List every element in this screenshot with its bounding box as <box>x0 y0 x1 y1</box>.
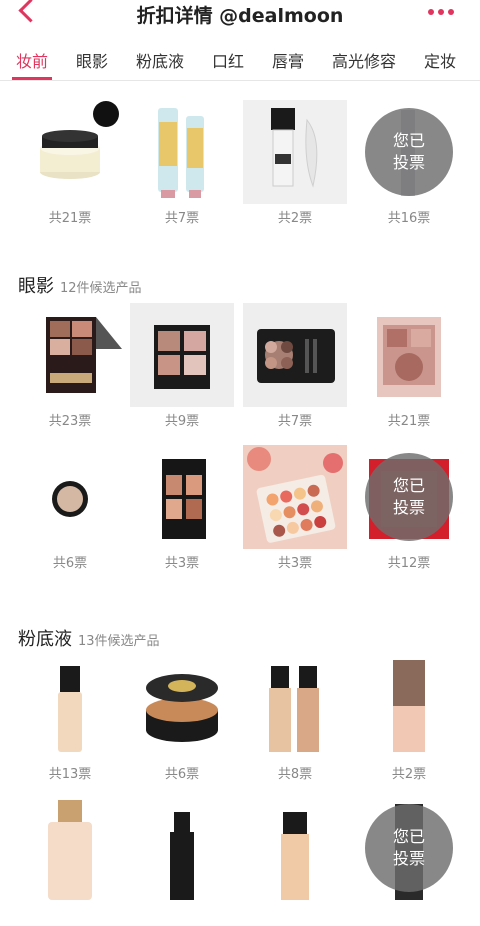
product-card[interactable]: 共21票 <box>357 303 461 433</box>
product-image <box>357 303 461 407</box>
vote-count: 共2票 <box>391 767 427 782</box>
product-image <box>243 445 347 549</box>
vote-count: 共2票 <box>277 211 313 226</box>
vote-count: 共21票 <box>48 211 92 226</box>
product-image <box>18 445 122 549</box>
product-image <box>130 100 234 204</box>
vote-count: 共6票 <box>164 767 200 782</box>
section-title-eyeshadow: 眼影 12件候选产品 <box>18 276 142 297</box>
product-card[interactable]: 您已 投票 <box>357 796 461 926</box>
product-card[interactable]: 共6票 <box>18 445 122 575</box>
tab-lip-balm[interactable]: 唇膏 <box>272 48 304 72</box>
product-image <box>18 656 122 760</box>
product-image <box>130 796 234 900</box>
product-card[interactable] <box>18 796 122 926</box>
section-count: 12件候选产品 <box>60 281 142 296</box>
product-image <box>243 796 347 900</box>
tab-eyeshadow[interactable]: 眼影 <box>76 48 108 72</box>
more-icon[interactable] <box>428 9 454 15</box>
product-image <box>243 656 347 760</box>
product-card[interactable]: 共6票 <box>130 656 234 786</box>
tab-highlight-contour[interactable]: 高光修容 <box>332 48 396 72</box>
top-bar: 折扣详情 @dealmoon <box>0 0 480 28</box>
product-image <box>18 303 122 407</box>
product-card[interactable]: 您已 投票 共12票 <box>357 445 461 575</box>
tab-primer[interactable]: 妆前 <box>16 48 48 72</box>
tab-lipstick[interactable]: 口红 <box>212 48 244 72</box>
product-card[interactable]: 共7票 <box>130 100 234 230</box>
vote-count: 共13票 <box>48 767 92 782</box>
vote-count: 共12票 <box>387 556 431 571</box>
product-card[interactable] <box>243 796 347 926</box>
product-card[interactable]: 共2票 <box>243 100 347 230</box>
vote-count: 共3票 <box>164 556 200 571</box>
vote-count: 共9票 <box>164 414 200 429</box>
product-image <box>357 656 461 760</box>
product-card[interactable]: 共2票 <box>357 656 461 786</box>
product-image <box>243 303 347 407</box>
vote-count: 共7票 <box>164 211 200 226</box>
product-card[interactable]: 共23票 <box>18 303 122 433</box>
tab-foundation[interactable]: 粉底液 <box>136 48 184 72</box>
active-tab-indicator <box>12 77 52 80</box>
product-image <box>18 100 122 204</box>
section-count: 13件候选产品 <box>78 634 160 649</box>
category-tabs: 妆前 眼影 粉底液 口红 唇膏 高光修容 定妆 <box>0 40 480 81</box>
product-image <box>18 796 122 900</box>
vote-count: 共21票 <box>387 414 431 429</box>
product-card[interactable]: 共13票 <box>18 656 122 786</box>
product-card[interactable]: 共7票 <box>243 303 347 433</box>
product-card[interactable] <box>130 796 234 926</box>
page-title: 折扣详情 @dealmoon <box>136 5 344 27</box>
vote-count: 共8票 <box>277 767 313 782</box>
product-image <box>130 656 234 760</box>
product-image <box>130 445 234 549</box>
vote-count: 共6票 <box>52 556 88 571</box>
product-card[interactable]: 共21票 <box>18 100 122 230</box>
product-image <box>243 100 347 204</box>
product-card[interactable]: 共8票 <box>243 656 347 786</box>
product-card[interactable]: 您已 投票 共16票 <box>357 100 461 230</box>
product-card[interactable]: 共3票 <box>130 445 234 575</box>
voted-badge: 您已 投票 <box>365 453 453 541</box>
voted-badge: 您已 投票 <box>365 804 453 892</box>
section-title-foundation: 粉底液 13件候选产品 <box>18 629 160 650</box>
product-image <box>130 303 234 407</box>
vote-count: 共23票 <box>48 414 92 429</box>
voted-badge: 您已 投票 <box>365 108 453 196</box>
product-card[interactable]: 共9票 <box>130 303 234 433</box>
vote-count: 共7票 <box>277 414 313 429</box>
product-card[interactable]: 共3票 <box>243 445 347 575</box>
tab-setting[interactable]: 定妆 <box>424 48 456 72</box>
vote-count: 共3票 <box>277 556 313 571</box>
vote-count: 共16票 <box>387 211 431 226</box>
